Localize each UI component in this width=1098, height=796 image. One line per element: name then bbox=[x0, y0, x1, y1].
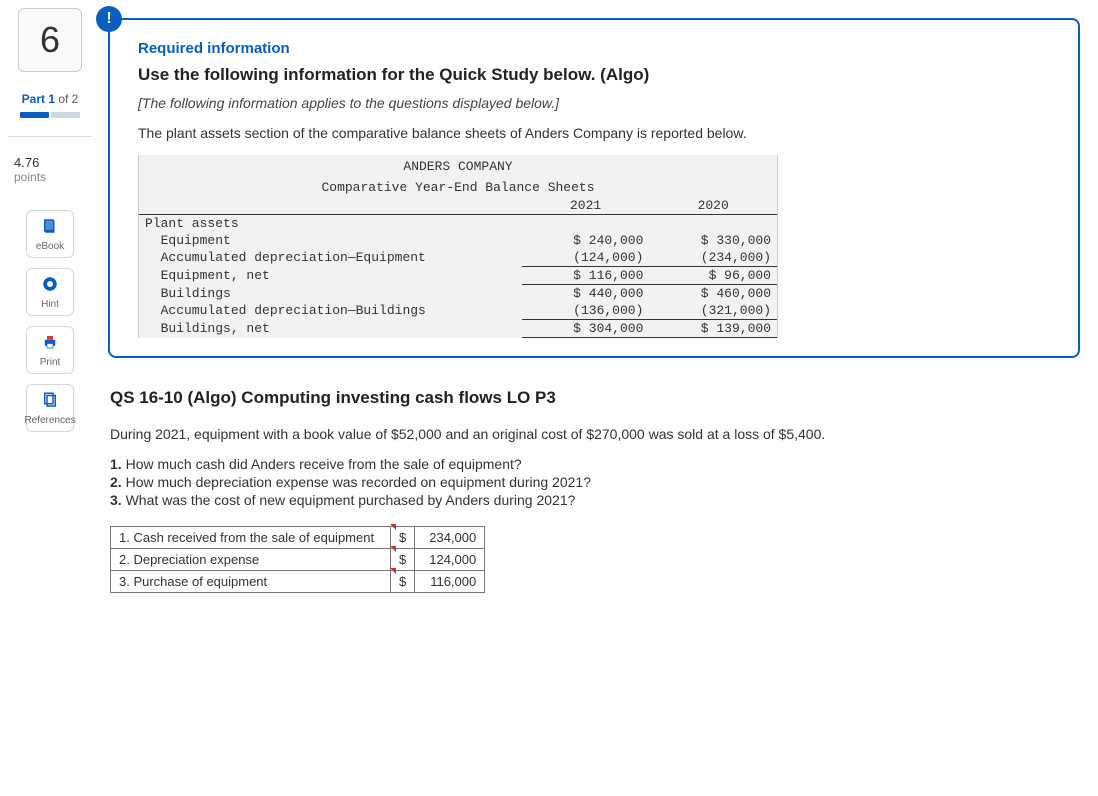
book-icon bbox=[41, 217, 59, 238]
question-number: 2. bbox=[110, 474, 122, 490]
bs-cell: (321,000) bbox=[649, 302, 777, 320]
bs-cell: (234,000) bbox=[649, 249, 777, 267]
hint-button[interactable]: Hint bbox=[26, 268, 74, 316]
bs-cell: (136,000) bbox=[522, 302, 650, 320]
printer-icon bbox=[41, 333, 59, 354]
bs-company: ANDERS COMPANY bbox=[139, 155, 777, 176]
question-text: How much cash did Anders receive from th… bbox=[122, 456, 522, 472]
answer-label: 3. Purchase of equipment bbox=[111, 571, 391, 593]
scenario-text: During 2021, equipment with a book value… bbox=[110, 426, 1080, 442]
bs-cell: $ 139,000 bbox=[649, 320, 777, 338]
bs-cell: $ 240,000 bbox=[522, 232, 650, 249]
bs-cell: $ 440,000 bbox=[522, 285, 650, 303]
print-label: Print bbox=[40, 357, 61, 368]
question-text: How much depreciation expense was record… bbox=[122, 474, 591, 490]
bs-row-label: Buildings, net bbox=[139, 320, 522, 338]
question-item: 2. How much depreciation expense was rec… bbox=[110, 474, 1080, 490]
required-info-box: Required information Use the following i… bbox=[108, 18, 1080, 358]
bs-cell: $ 330,000 bbox=[649, 232, 777, 249]
part-progress-bar bbox=[20, 112, 80, 118]
points-display: 4.76 points bbox=[8, 155, 92, 184]
balance-sheet-table: ANDERS COMPANY Comparative Year-End Bala… bbox=[138, 155, 778, 338]
answer-row: 2. Depreciation expense $ 124,000 bbox=[111, 549, 485, 571]
bs-cell: (124,000) bbox=[522, 249, 650, 267]
bs-row-label: Equipment, net bbox=[139, 267, 522, 285]
required-info-title: Required information bbox=[138, 40, 1050, 57]
ebook-button[interactable]: eBook bbox=[26, 210, 74, 258]
references-label: References bbox=[24, 415, 75, 426]
answer-row: 3. Purchase of equipment $ 116,000 bbox=[111, 571, 485, 593]
part-indicator: Part 1 of 2 bbox=[8, 92, 92, 106]
applies-note: [The following information applies to th… bbox=[138, 95, 1050, 111]
question-text: What was the cost of new equipment purch… bbox=[122, 492, 576, 508]
question-number-box: 6 bbox=[18, 8, 82, 72]
bs-year-2021: 2021 bbox=[522, 197, 650, 215]
answer-value-input[interactable]: 124,000 bbox=[415, 549, 485, 571]
bs-subtitle: Comparative Year-End Balance Sheets bbox=[139, 176, 777, 197]
bs-cell: $ 96,000 bbox=[649, 267, 777, 285]
sidebar: 6 Part 1 of 2 4.76 points eBook Hi bbox=[0, 8, 100, 593]
question-list: 1. How much cash did Anders receive from… bbox=[110, 456, 1080, 508]
answer-row: 1. Cash received from the sale of equipm… bbox=[111, 527, 485, 549]
bs-cell: $ 116,000 bbox=[522, 267, 650, 285]
question-number: 1. bbox=[110, 456, 122, 472]
print-button[interactable]: Print bbox=[26, 326, 74, 374]
bs-row-label: Buildings bbox=[139, 285, 522, 303]
copy-icon bbox=[41, 391, 59, 412]
ebook-label: eBook bbox=[36, 241, 64, 252]
required-alert-icon: ! bbox=[96, 6, 122, 32]
references-button[interactable]: References bbox=[26, 384, 74, 432]
points-label: points bbox=[14, 170, 92, 184]
bs-section-header: Plant assets bbox=[139, 215, 522, 233]
bs-row-label: Accumulated depreciation—Buildings bbox=[139, 302, 522, 320]
hint-label: Hint bbox=[41, 299, 59, 310]
bs-row-label: Accumulated depreciation—Equipment bbox=[139, 249, 522, 267]
lifebuoy-icon bbox=[41, 275, 59, 296]
answer-value-input[interactable]: 116,000 bbox=[415, 571, 485, 593]
qs-title: QS 16-10 (Algo) Computing investing cash… bbox=[110, 388, 1080, 408]
part-current: Part 1 bbox=[22, 92, 55, 106]
bs-cell: $ 304,000 bbox=[522, 320, 650, 338]
quick-study-heading: Use the following information for the Qu… bbox=[138, 65, 1050, 85]
answer-table: 1. Cash received from the sale of equipm… bbox=[110, 526, 485, 593]
bs-row-label: Equipment bbox=[139, 232, 522, 249]
answer-label: 2. Depreciation expense bbox=[111, 549, 391, 571]
answer-label: 1. Cash received from the sale of equipm… bbox=[111, 527, 391, 549]
points-value: 4.76 bbox=[14, 155, 92, 170]
bs-cell: $ 460,000 bbox=[649, 285, 777, 303]
part-total: of 2 bbox=[58, 92, 78, 106]
currency-cell[interactable]: $ bbox=[391, 571, 415, 593]
bs-year-2020: 2020 bbox=[649, 197, 777, 215]
question-number: 3. bbox=[110, 492, 122, 508]
question-item: 1. How much cash did Anders receive from… bbox=[110, 456, 1080, 472]
question-item: 3. What was the cost of new equipment pu… bbox=[110, 492, 1080, 508]
intro-text: The plant assets section of the comparat… bbox=[138, 125, 1050, 141]
answer-value-input[interactable]: 234,000 bbox=[415, 527, 485, 549]
